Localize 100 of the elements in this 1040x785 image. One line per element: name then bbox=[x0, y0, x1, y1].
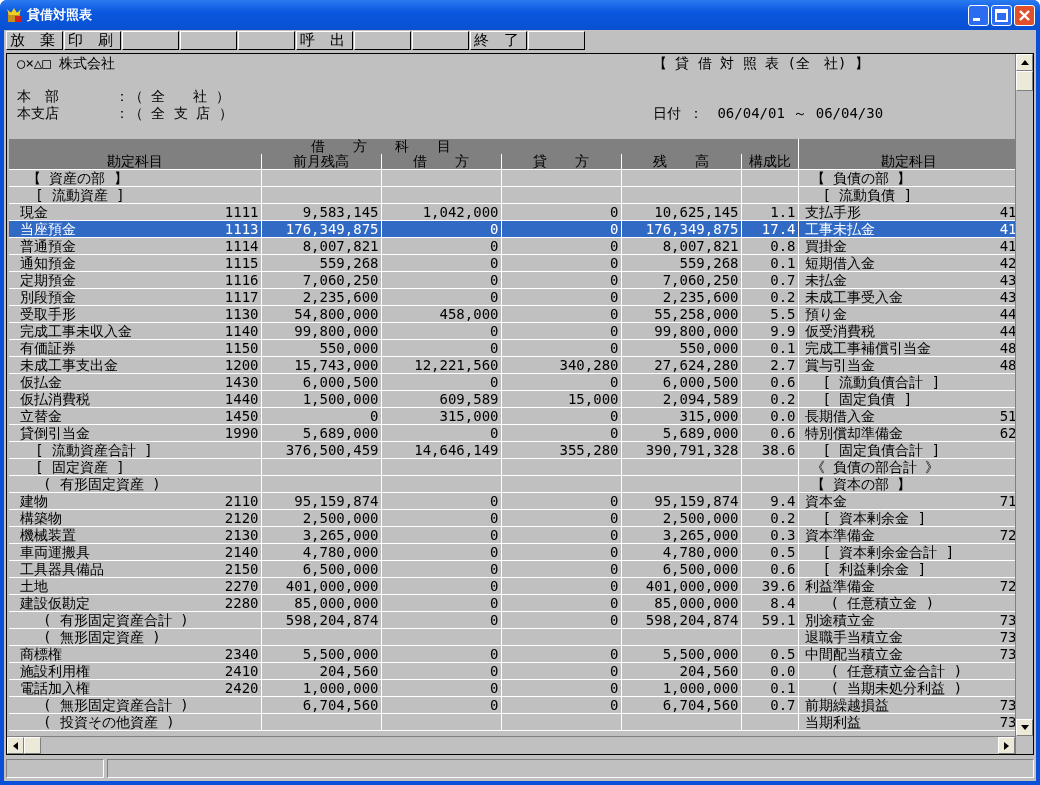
scroll-thumb[interactable] bbox=[1016, 71, 1033, 91]
account-code: 44 bbox=[999, 306, 1015, 322]
account-name: [ 利益剰余金 ] bbox=[821, 561, 927, 577]
table-row[interactable]: 普通預金 1114 8,007,821 0 0 8,007,821 0.8 買掛金 41 bbox=[9, 237, 1015, 255]
table-row[interactable]: 【 資産の部 】 【 負債の部 】 bbox=[9, 169, 1015, 187]
table-cell: 0 bbox=[490, 255, 499, 271]
blank-function-key[interactable] bbox=[122, 31, 179, 50]
table-cell: 0 bbox=[490, 697, 499, 713]
account-name: [ 固定負債 ] bbox=[821, 391, 913, 407]
table-row[interactable]: 未成工事支出金 1200 15,743,000 12,221,560 340,280 27,624,280 2.7 賞与引当金 48 bbox=[9, 356, 1015, 374]
right-arrow-icon bbox=[1004, 741, 1009, 750]
table-row[interactable]: 仮払金 1430 6,000,500 0 0 6,000,500 0.6 [ 流動負債合計 ] bbox=[9, 373, 1015, 391]
close-button[interactable] bbox=[1014, 4, 1035, 26]
table-row[interactable]: 有価証券 1150 550,000 0 0 550,000 0.1 完成工事補償引当金 48 bbox=[9, 339, 1015, 357]
table-row[interactable]: 定期預金 1116 7,060,250 0 0 7,060,250 0.7 未払金 43 bbox=[9, 271, 1015, 289]
account-code: 41 bbox=[999, 221, 1015, 237]
table-row[interactable]: [ 固定資産 ] 《 負債の部合計 》 bbox=[9, 458, 1015, 476]
table-cell: 0.6 bbox=[770, 374, 796, 390]
account-name: 資本準備金 bbox=[803, 527, 875, 543]
table-cell: 0 bbox=[610, 374, 619, 390]
blank-function-key[interactable] bbox=[412, 31, 469, 50]
table-cell: 0 bbox=[610, 204, 619, 220]
function-key-button[interactable]: 呼 出 bbox=[296, 31, 353, 50]
table-row[interactable]: 機械装置 2130 3,265,000 0 0 3,265,000 0.3 資本準備金 72 bbox=[9, 526, 1015, 544]
column-header: 残 高 bbox=[621, 154, 741, 170]
account-name: [ 固定資産 ] bbox=[34, 459, 125, 475]
table-row[interactable]: ( 有形固定資産合計 ) 598,204,874 0 0 598,204,874 59.1 別途積立金 73 bbox=[9, 611, 1015, 629]
scroll-down-button[interactable] bbox=[1016, 719, 1033, 736]
table-row[interactable]: 構築物 2120 2,500,000 0 0 2,500,000 0.2 [ 資本剰余金 ] bbox=[9, 509, 1015, 527]
table-cell: 0 bbox=[490, 646, 499, 662]
function-key-button[interactable]: 放 棄 bbox=[6, 31, 63, 50]
table-row[interactable]: [ 流動資産合計 ] 376,500,459 14,646,149 355,280 390,791,328 38.6 [ 固定負債合計 ] bbox=[9, 441, 1015, 459]
table-row[interactable]: 現金 1111 9,583,145 1,042,000 0 10,625,145 1.1 支払手形 41 bbox=[9, 203, 1015, 221]
table-row[interactable]: 仮払消費税 1440 1,500,000 609,589 15,000 2,094,589 0.2 [ 固定負債 ] bbox=[9, 390, 1015, 408]
table-row[interactable]: 建設仮勘定 2280 85,000,000 0 0 85,000,000 8.4 ( 任意積立金 ) bbox=[9, 594, 1015, 612]
table-cell: 0 bbox=[610, 663, 619, 679]
account-code: 1130 bbox=[224, 306, 259, 322]
account-code: 71 bbox=[999, 493, 1015, 509]
maximize-button[interactable] bbox=[991, 4, 1012, 26]
down-arrow-icon bbox=[1020, 725, 1029, 730]
scroll-left-button[interactable] bbox=[7, 737, 24, 754]
minimize-button[interactable] bbox=[968, 4, 989, 26]
table-row[interactable]: 工具器具備品 2150 6,500,000 0 0 6,500,000 0.6 [ 利益剰余金 ] bbox=[9, 560, 1015, 578]
function-key-button[interactable]: 終 了 bbox=[470, 31, 527, 50]
table-row[interactable]: 車両運搬具 2140 4,780,000 0 0 4,780,000 0.5 [ 資本剰余金合計 ] bbox=[9, 543, 1015, 561]
account-name: ( 任意積立金合計 ) bbox=[829, 663, 963, 679]
blank-function-key[interactable] bbox=[354, 31, 411, 50]
scroll-up-button[interactable] bbox=[1016, 54, 1033, 71]
scroll-right-button[interactable] bbox=[998, 737, 1015, 754]
account-name: 工具器具備品 bbox=[19, 561, 104, 577]
account-name: 支払手形 bbox=[803, 204, 861, 220]
vertical-scrollbar[interactable] bbox=[1015, 54, 1033, 754]
scroll-thumb[interactable] bbox=[24, 737, 41, 754]
blank-function-key[interactable] bbox=[180, 31, 237, 50]
table-cell: 0.8 bbox=[770, 238, 796, 254]
table-cell: 14,646,149 bbox=[414, 442, 499, 458]
table-row[interactable]: ( 無形固定資産 ) 退職手当積立金 73 bbox=[9, 628, 1015, 646]
account-code: 62 bbox=[999, 425, 1015, 441]
table-row[interactable]: ( 無形固定資産合計 ) 6,704,560 0 0 6,704,560 0.7 前期繰越損益 73 bbox=[9, 696, 1015, 714]
table-cell: 8,007,821 bbox=[302, 238, 379, 254]
account-name: 中間配当積立金 bbox=[803, 646, 903, 662]
account-name: [ 資本剰余金 ] bbox=[821, 510, 927, 526]
account-name: 【 資産の部 】 bbox=[26, 170, 128, 186]
table-row[interactable]: 当座預金 1113 176,349,875 0 0 176,349,875 17.4 工事未払金 41 bbox=[9, 220, 1015, 238]
table-row[interactable]: 土地 2270 401,000,000 0 0 401,000,000 39.6 利益準備金 72 bbox=[9, 577, 1015, 595]
table-row[interactable]: 受取手形 1130 54,800,000 458,000 0 55,258,000 5.5 預り金 44 bbox=[9, 305, 1015, 323]
table-row[interactable]: [ 流動資産 ] [ 流動負債 ] bbox=[9, 186, 1015, 204]
table-cell: 0 bbox=[490, 289, 499, 305]
blank-function-key[interactable] bbox=[238, 31, 295, 50]
table-cell: 17.4 bbox=[761, 221, 796, 237]
account-name: 商標権 bbox=[19, 646, 62, 662]
table-row[interactable]: 通知預金 1115 559,268 0 0 559,268 0.1 短期借入金 42 bbox=[9, 254, 1015, 272]
table-row[interactable]: 建物 2110 95,159,874 0 0 95,159,874 9.4 資本金 71 bbox=[9, 492, 1015, 510]
table-cell: 6,704,560 bbox=[302, 697, 379, 713]
column-header: 勘定科目 bbox=[798, 154, 1015, 170]
table-row[interactable]: 電話加入権 2420 1,000,000 0 0 1,000,000 0.1 ( 当期未処分利益 ) bbox=[9, 679, 1015, 697]
table-cell: 0 bbox=[610, 697, 619, 713]
horizontal-scrollbar[interactable] bbox=[7, 736, 1015, 754]
table-cell: 1.1 bbox=[770, 204, 796, 220]
table-row[interactable]: 商標権 2340 5,500,000 0 0 5,500,000 0.5 中間配当積立金 73 bbox=[9, 645, 1015, 663]
function-key-button[interactable]: 印 刷 bbox=[64, 31, 121, 50]
table-row[interactable]: 完成工事未収入金 1140 99,800,000 0 0 99,800,000 9.9 仮受消費税 44 bbox=[9, 322, 1015, 340]
table-row[interactable]: 貸倒引当金 1990 5,689,000 0 0 5,689,000 0.6 特別償却準備金 62 bbox=[9, 424, 1015, 442]
account-code: 73 bbox=[999, 612, 1015, 628]
table-row[interactable]: 別段預金 1117 2,235,600 0 0 2,235,600 0.2 未成工事受入金 43 bbox=[9, 288, 1015, 306]
table-cell: 204,560 bbox=[679, 663, 739, 679]
table-row[interactable]: 施設利用権 2410 204,560 0 0 204,560 0.0 ( 任意積立金合計 ) bbox=[9, 662, 1015, 680]
account-name: 資本金 bbox=[803, 493, 847, 509]
account-code: 1115 bbox=[224, 255, 259, 271]
table-row[interactable]: ( 投資その他資産 ) 当期利益 73 bbox=[9, 713, 1015, 731]
column-group-header: 借 方 科 目 bbox=[311, 139, 451, 154]
table-cell: 6,704,560 bbox=[662, 697, 739, 713]
account-code: 2280 bbox=[224, 595, 259, 611]
table-row[interactable]: ( 有形固定資産 ) 【 資本の部 】 bbox=[9, 475, 1015, 493]
table-cell: 0 bbox=[610, 680, 619, 696]
table-cell: 85,000,000 bbox=[294, 595, 379, 611]
blank-function-key[interactable] bbox=[528, 31, 585, 50]
table-row[interactable]: 立替金 1450 0 315,000 0 315,000 0.0 長期借入金 51 bbox=[9, 407, 1015, 425]
table-cell: 458,000 bbox=[439, 306, 499, 322]
column-header: 勘定科目 bbox=[9, 154, 261, 170]
